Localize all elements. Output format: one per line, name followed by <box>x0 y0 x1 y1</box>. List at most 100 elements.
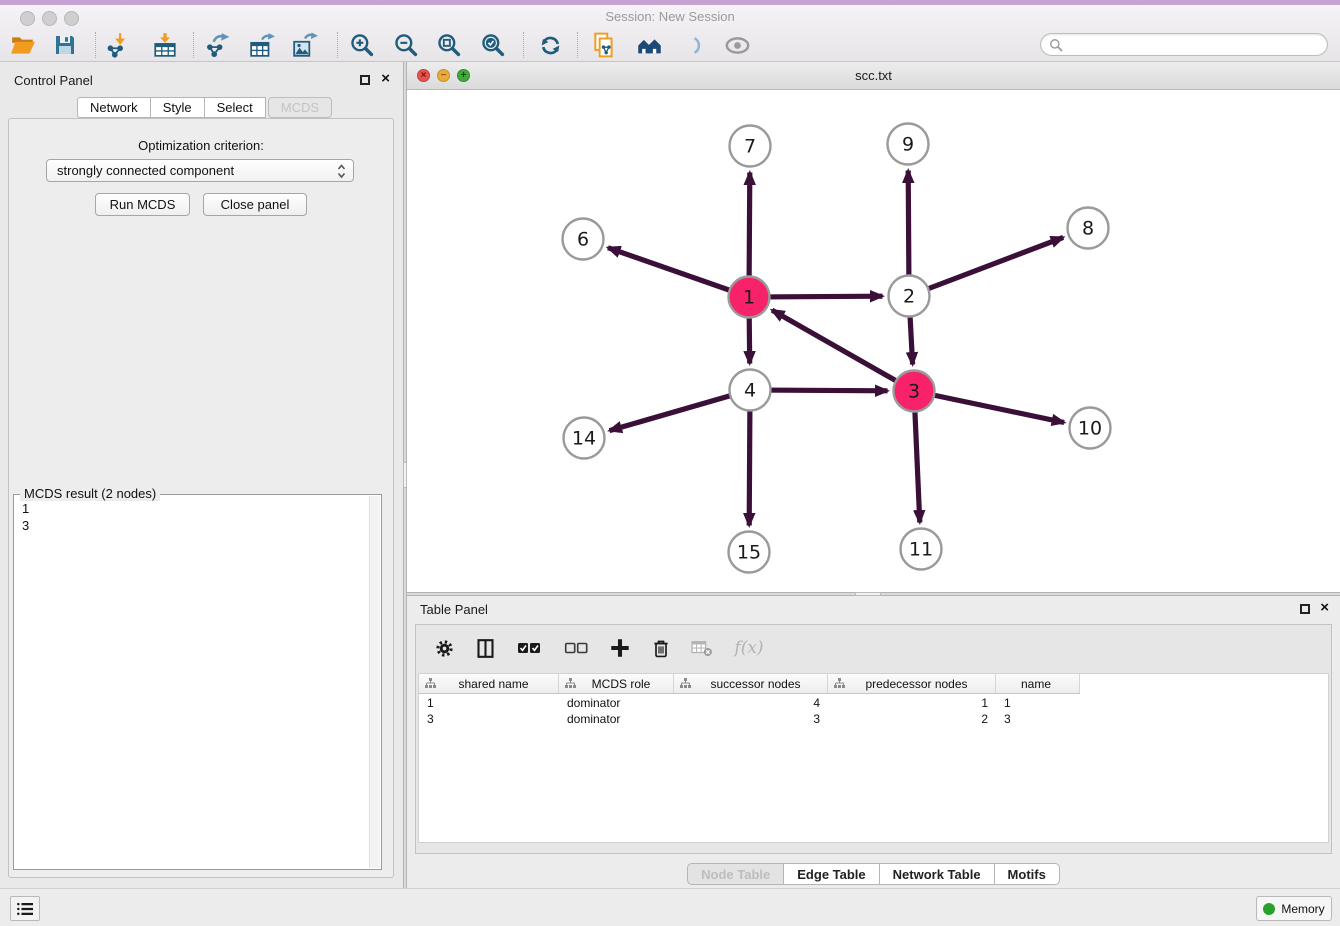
open-file-button[interactable] <box>8 30 38 60</box>
zoom-out-button[interactable] <box>391 30 421 60</box>
table-cell-mcds_role[interactable]: dominator <box>559 696 674 710</box>
svg-text:3: 3 <box>908 381 920 403</box>
svg-text:4: 4 <box>744 380 756 402</box>
graph-node-2[interactable]: 2 <box>889 276 930 317</box>
svg-text:9: 9 <box>902 134 914 156</box>
search-input[interactable] <box>1063 37 1327 52</box>
table-cell-name[interactable]: 3 <box>996 712 1080 726</box>
zoom-fit-icon <box>436 32 462 58</box>
select-all-columns-button[interactable] <box>514 636 544 660</box>
column-header-name[interactable]: name <box>996 674 1080 693</box>
gear-icon <box>434 638 455 659</box>
table-cell-successor_nodes[interactable]: 4 <box>674 696 828 710</box>
table-panel: Table Panel × <box>407 596 1340 888</box>
show-hide-panel-button[interactable] <box>722 30 752 60</box>
tab-mcds[interactable]: MCDS <box>268 97 332 118</box>
save-session-button[interactable] <box>50 30 80 60</box>
graph-edge-2-8 <box>909 237 1063 296</box>
plus-icon <box>609 637 631 659</box>
mcds-result-list[interactable]: 1 3 <box>15 497 368 868</box>
add-column-button[interactable] <box>608 636 632 660</box>
export-network-button[interactable] <box>203 30 233 60</box>
save-icon <box>53 33 77 57</box>
zoom-in-button[interactable] <box>347 30 377 60</box>
close-panel-icon[interactable]: × <box>1320 599 1329 617</box>
graph-edge-3-10 <box>914 391 1064 423</box>
graph-node-9[interactable]: 9 <box>888 124 929 165</box>
zoom-out-icon <box>393 32 419 58</box>
table-cell-shared_name[interactable]: 1 <box>419 696 559 710</box>
svg-text:8: 8 <box>1082 218 1094 240</box>
tab-edge-table[interactable]: Edge Table <box>783 863 879 885</box>
run-mcds-button[interactable]: Run MCDS <box>95 193 190 216</box>
toolbar-separator <box>193 32 194 58</box>
table-row[interactable]: 3dominator323 <box>419 711 1328 727</box>
tab-node-table[interactable]: Node Table <box>687 863 784 885</box>
table-cell-predecessor_nodes[interactable]: 2 <box>828 712 996 726</box>
network-from-selection-button[interactable] <box>589 30 619 60</box>
column-label: successor nodes <box>692 677 827 691</box>
show-columns-button[interactable] <box>473 636 497 660</box>
graph-node-1[interactable]: 1 <box>729 277 770 318</box>
graph-node-6[interactable]: 6 <box>563 219 604 260</box>
apply-layout-button[interactable] <box>535 30 565 60</box>
network-window-title: scc.txt <box>407 68 1340 83</box>
svg-text:2: 2 <box>903 286 915 308</box>
import-network-button[interactable] <box>103 30 133 60</box>
graph-node-11[interactable]: 11 <box>901 529 942 570</box>
graph-node-3[interactable]: 3 <box>894 371 935 412</box>
zoom-selected-button[interactable] <box>478 30 508 60</box>
delete-table-button[interactable] <box>690 636 714 660</box>
memory-button[interactable]: Memory <box>1256 896 1332 921</box>
column-header-successor-nodes[interactable]: successor nodes <box>674 674 828 693</box>
function-builder-button[interactable]: f(x) <box>731 636 767 660</box>
table-cell-predecessor_nodes[interactable]: 1 <box>828 696 996 710</box>
column-label: predecessor nodes <box>846 677 995 691</box>
export-image-button[interactable] <box>290 30 320 60</box>
float-panel-icon[interactable] <box>360 75 370 85</box>
delete-table-icon <box>691 639 713 657</box>
graph-node-15[interactable]: 15 <box>729 532 770 573</box>
graph-node-14[interactable]: 14 <box>564 418 605 459</box>
close-panel-icon[interactable]: × <box>381 70 390 88</box>
result-scrollbar[interactable] <box>369 496 380 868</box>
duplicate-network-icon <box>591 32 617 58</box>
tab-network[interactable]: Network <box>77 97 150 118</box>
search-icon <box>1049 38 1063 52</box>
column-header-shared-name[interactable]: shared name <box>419 674 559 693</box>
criterion-dropdown[interactable]: strongly connected component <box>46 159 354 182</box>
show-panels-button[interactable] <box>10 896 40 921</box>
graph-node-10[interactable]: 10 <box>1070 408 1111 449</box>
tab-motifs[interactable]: Motifs <box>994 863 1060 885</box>
main-toolbar <box>0 28 1340 62</box>
home-button[interactable] <box>634 30 664 60</box>
float-panel-icon[interactable] <box>1300 604 1310 614</box>
delete-column-button[interactable] <box>649 636 673 660</box>
table-settings-button[interactable] <box>432 636 456 660</box>
import-table-button[interactable] <box>150 30 180 60</box>
table-row[interactable]: 1dominator411 <box>419 695 1328 711</box>
level-of-detail-button[interactable] <box>677 30 707 60</box>
tab-select[interactable]: Select <box>204 97 266 118</box>
zoom-fit-button[interactable] <box>434 30 464 60</box>
toolbar-search[interactable] <box>1040 33 1328 56</box>
table-cell-mcds_role[interactable]: dominator <box>559 712 674 726</box>
graph-node-8[interactable]: 8 <box>1068 208 1109 249</box>
close-panel-button[interactable]: Close panel <box>203 193 307 216</box>
network-window-titlebar[interactable]: × − + scc.txt <box>407 62 1340 90</box>
deselect-all-columns-button[interactable] <box>561 636 591 660</box>
graph-node-4[interactable]: 4 <box>730 370 771 411</box>
table-cell-shared_name[interactable]: 3 <box>419 712 559 726</box>
tab-network-table[interactable]: Network Table <box>879 863 995 885</box>
column-header-mcds-role[interactable]: MCDS role <box>559 674 674 693</box>
network-canvas[interactable]: 1 2 3 4 6 7 8 9 10 11 14 15 <box>407 90 1340 592</box>
open-folder-icon <box>10 32 36 58</box>
table-cell-name[interactable]: 1 <box>996 696 1080 710</box>
column-header-predecessor-nodes[interactable]: predecessor nodes <box>828 674 996 693</box>
node-table[interactable]: shared name MCDS role successor nodes pr… <box>418 673 1329 843</box>
tab-style[interactable]: Style <box>150 97 204 118</box>
graph-node-7[interactable]: 7 <box>730 126 771 167</box>
export-table-button[interactable] <box>247 30 277 60</box>
table-body: 1dominator4113dominator323 <box>419 695 1328 727</box>
table-cell-successor_nodes[interactable]: 3 <box>674 712 828 726</box>
